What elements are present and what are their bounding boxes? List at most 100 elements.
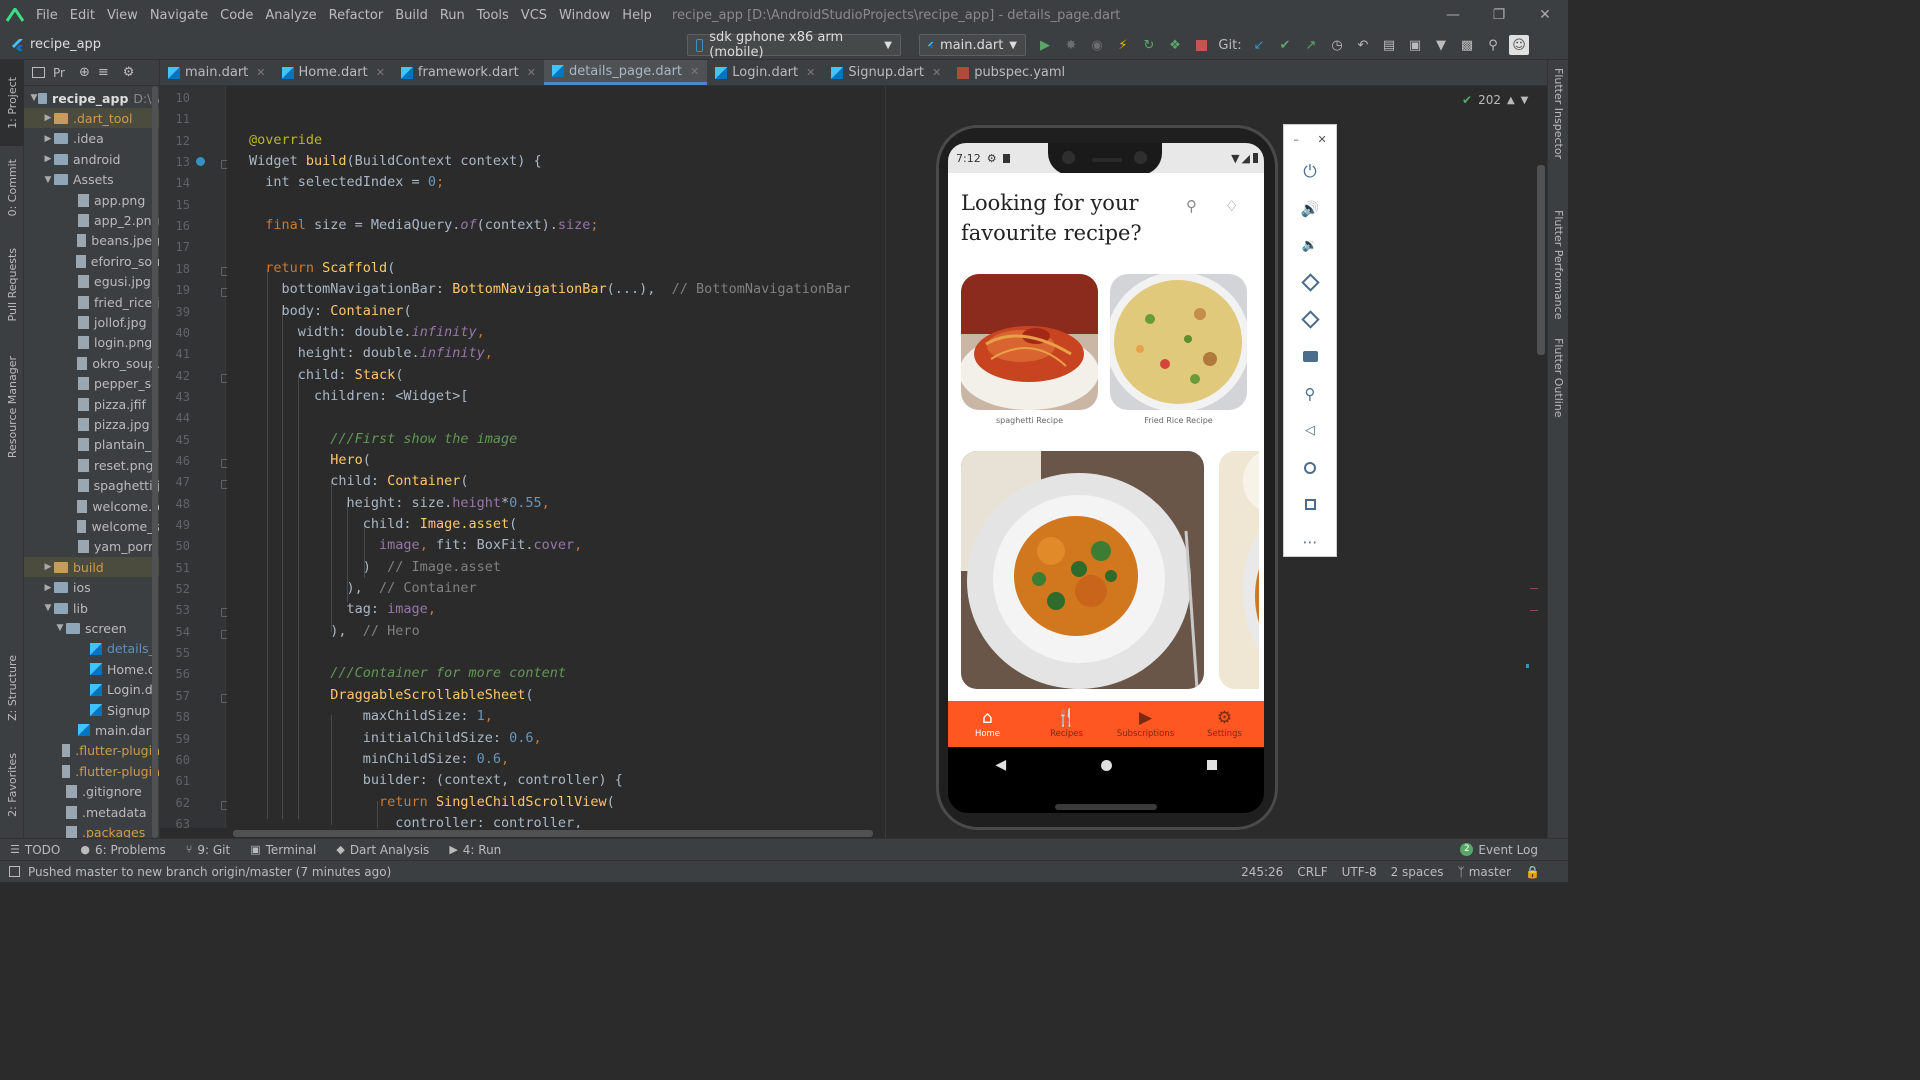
overview-button[interactable] (1284, 486, 1336, 523)
chevron-right-icon[interactable]: ▶ (42, 154, 54, 164)
panel-layout-icon[interactable] (32, 67, 45, 78)
volume-down-button[interactable]: 🔉 (1284, 227, 1336, 264)
tool-terminal[interactable]: ▣ Terminal (240, 843, 326, 857)
home-circle-icon[interactable] (1100, 759, 1112, 771)
menu-build[interactable]: Build (389, 8, 434, 23)
tab-signup-dart[interactable]: Signup.dart ✕ (823, 60, 949, 85)
info-marker[interactable] (1526, 664, 1529, 668)
tab-home-dart[interactable]: Home.dart ✕ (274, 60, 393, 85)
tree-node[interactable]: welcome.p (24, 496, 159, 516)
tab-main-dart[interactable]: main.dart ✕ (160, 60, 274, 85)
menu-file[interactable]: File (30, 8, 64, 23)
target-icon[interactable]: ⊕ (79, 65, 90, 80)
attach-debugger-icon[interactable]: ❖ (1165, 35, 1185, 55)
close-icon[interactable]: ✕ (1317, 133, 1326, 146)
minimize-icon[interactable]: – (1293, 133, 1299, 146)
tree-node[interactable]: jollof.jpg (24, 312, 159, 332)
tree-node[interactable]: main.dart (24, 720, 159, 740)
more-button[interactable]: ⋯ (1284, 523, 1336, 560)
tree-node[interactable]: pizza.jfif (24, 394, 159, 414)
close-tab-icon[interactable]: ✕ (932, 66, 941, 79)
caret-position[interactable]: 245:26 (1241, 865, 1283, 879)
debug-icon[interactable]: ✸ (1061, 35, 1081, 55)
close-tab-icon[interactable]: ✕ (376, 66, 385, 79)
menu-code[interactable]: Code (214, 8, 259, 23)
run-icon[interactable]: ▶ (1035, 35, 1055, 55)
chevron-down-icon[interactable]: ▼ (1521, 95, 1529, 106)
tree-node[interactable]: Signup (24, 700, 159, 720)
error-marker[interactable] (1530, 588, 1538, 589)
tab-pubspec-yaml[interactable]: pubspec.yaml (949, 60, 1073, 85)
chevron-down-icon[interactable]: ▼ (30, 93, 38, 103)
chevron-up-icon[interactable]: ▲ (1507, 95, 1515, 106)
collapse-icon[interactable]: ≡ (98, 65, 109, 80)
tool-window-commit[interactable]: 0: Commit (0, 148, 24, 228)
tool-window-favorites[interactable]: 2: Favorites (0, 740, 24, 830)
lock-icon[interactable]: 🔒 (1525, 865, 1540, 879)
nav-subscriptions[interactable]: ▶ Subscriptions (1106, 701, 1185, 747)
nav-recipes[interactable]: 🍴 Recipes (1027, 701, 1106, 747)
tool-git[interactable]: ⑂ 9: Git (176, 843, 240, 857)
git-update-icon[interactable]: ↙ (1249, 35, 1269, 55)
tree-node[interactable]: egusi.jpg (24, 272, 159, 292)
nav-settings[interactable]: ⚙ Settings (1185, 701, 1264, 747)
file-encoding[interactable]: UTF-8 (1342, 865, 1377, 879)
chevron-down-icon[interactable]: ▼ (42, 603, 54, 613)
tree-node[interactable]: fried_rice.j (24, 292, 159, 312)
spaghetti-image[interactable] (961, 274, 1098, 410)
tree-node[interactable]: details_ (24, 639, 159, 659)
tree-node[interactable]: .gitignore (24, 782, 159, 802)
history-icon[interactable]: ◷ (1327, 35, 1347, 55)
tab-details_page-dart[interactable]: details_page.dart ✕ (543, 60, 708, 85)
device-selector[interactable]: sdk gphone x86 arm (mobile) ▼ (687, 30, 901, 60)
tab-login-dart[interactable]: Login.dart ✕ (707, 60, 823, 85)
chevron-down-icon[interactable]: ▼ (54, 623, 66, 633)
search-icon[interactable]: ⚲ (1483, 35, 1503, 55)
event-log-button[interactable]: 2 Event Log (1450, 843, 1548, 857)
close-tab-icon[interactable]: ✕ (256, 66, 265, 79)
run-config-selector[interactable]: main.dart ▼ (919, 34, 1026, 56)
tree-node[interactable]: login.png (24, 333, 159, 353)
device-manager-icon[interactable]: ▩ (1457, 35, 1477, 55)
tree-node[interactable]: plantain_d (24, 435, 159, 455)
override-marker-icon[interactable] (196, 157, 205, 166)
rotate-left-button[interactable] (1284, 264, 1336, 301)
tree-node[interactable]: ▶ android (24, 149, 159, 169)
tree-node[interactable]: ▼ lib (24, 598, 159, 618)
tree-node[interactable]: ▶ build (24, 557, 159, 578)
git-push-icon[interactable]: ↗ (1301, 35, 1321, 55)
profile-icon[interactable]: ◉ (1087, 35, 1107, 55)
zoom-button[interactable]: ⚲ (1284, 375, 1336, 412)
tool-window-z-structure[interactable]: Z: Structure (0, 638, 24, 738)
line-separator[interactable]: CRLF (1297, 865, 1327, 879)
menu-run[interactable]: Run (434, 8, 471, 23)
bell-icon[interactable]: ♢ (1225, 197, 1238, 215)
back-button[interactable]: ◁ (1284, 412, 1336, 449)
tool-window-resource-manager[interactable]: Resource Manager (0, 342, 24, 472)
horizontal-scrollbar[interactable] (233, 828, 885, 838)
inspection-widget[interactable]: ✔ 202 ▲ ▼ (1462, 93, 1528, 107)
tree-node[interactable]: pizza.jpg (24, 414, 159, 434)
chevron-down-icon[interactable]: ▼ (42, 175, 54, 185)
menu-edit[interactable]: Edit (64, 8, 101, 23)
minimize-icon[interactable]: — (1430, 0, 1476, 30)
menu-tools[interactable]: Tools (471, 8, 515, 23)
close-icon[interactable]: ✕ (1522, 0, 1568, 30)
status-toggle-icon[interactable] (9, 866, 20, 877)
phone-screen[interactable]: 7:12 ⚙ ▼ ◢ Looking for your favourite re… (948, 143, 1264, 783)
chevron-right-icon[interactable]: ▶ (42, 562, 54, 572)
next-recipe-image[interactable] (1219, 451, 1259, 689)
menu-view[interactable]: View (101, 8, 144, 23)
volume-up-button[interactable]: 🔊 (1284, 190, 1336, 227)
project-scrollbar[interactable] (151, 86, 159, 838)
tool-window-flutter-outline[interactable]: Flutter Outline (1548, 338, 1569, 468)
tree-node[interactable]: ▼ screen (24, 618, 159, 638)
close-tab-icon[interactable]: ✕ (527, 66, 536, 79)
user-icon[interactable]: ☺ (1509, 35, 1529, 55)
menu-navigate[interactable]: Navigate (144, 8, 214, 23)
tree-node[interactable]: app_2.png (24, 210, 159, 230)
tree-node[interactable]: ▶ ios (24, 578, 159, 598)
error-marker[interactable] (1530, 610, 1538, 611)
tool-window-flutter-performance[interactable]: Flutter Performance (1548, 210, 1569, 340)
tree-node[interactable]: app.png (24, 190, 159, 210)
